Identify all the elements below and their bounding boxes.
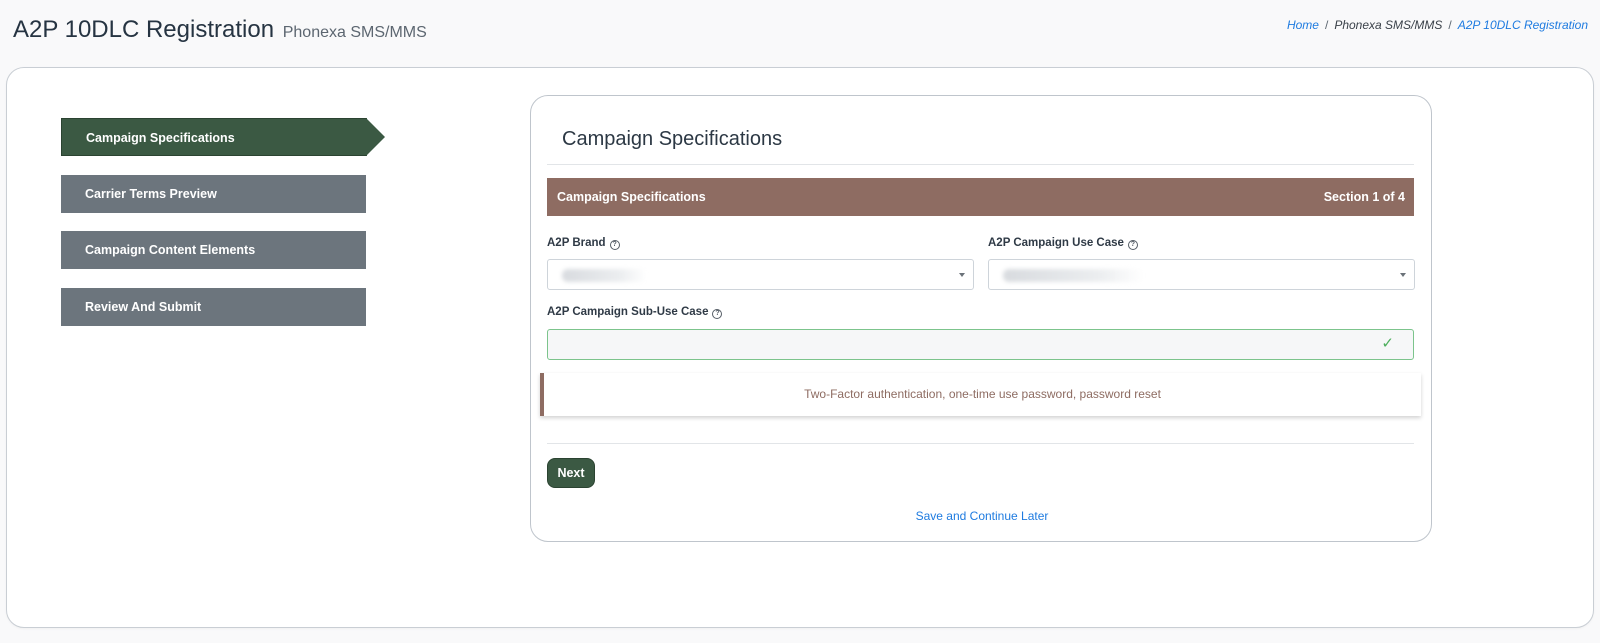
page-header: A2P 10DLC Registration Phonexa SMS/MMS H… xyxy=(0,0,1600,64)
brand-label: A2P Brand? xyxy=(547,237,620,250)
help-icon[interactable]: ? xyxy=(712,309,723,319)
page-title-text: A2P 10DLC Registration xyxy=(13,16,275,43)
sub-use-case-label: A2P Campaign Sub-Use Case? xyxy=(547,306,723,319)
sub-use-case-label-text: A2P Campaign Sub-Use Case xyxy=(547,306,709,318)
save-and-continue-later-link[interactable]: Save and Continue Later xyxy=(531,509,1433,523)
chevron-down-icon xyxy=(959,273,965,277)
step-label: Campaign Specifications xyxy=(86,131,235,145)
step-review-and-submit[interactable]: Review And Submit xyxy=(61,288,366,326)
step-arrow-icon xyxy=(366,118,385,156)
breadcrumb-separator: / xyxy=(1324,18,1329,32)
step-label: Carrier Terms Preview xyxy=(85,187,217,201)
registration-panel: Campaign Specifications Carrier Terms Pr… xyxy=(6,67,1594,628)
next-button[interactable]: Next xyxy=(547,458,595,488)
redacted-value xyxy=(1003,269,1143,282)
use-case-select[interactable] xyxy=(988,259,1415,290)
step-campaign-content-elements[interactable]: Campaign Content Elements xyxy=(61,231,366,269)
divider xyxy=(547,443,1414,444)
brand-select[interactable] xyxy=(547,259,974,290)
step-label: Campaign Content Elements xyxy=(85,243,256,257)
breadcrumb-current-page[interactable]: A2P 10DLC Registration xyxy=(1458,18,1588,32)
chevron-down-icon xyxy=(1400,273,1406,277)
breadcrumb-home-link[interactable]: Home xyxy=(1287,18,1319,32)
use-case-label: A2P Campaign Use Case? xyxy=(988,237,1138,250)
redacted-value xyxy=(562,269,647,282)
sub-use-case-input[interactable]: ✓ xyxy=(547,329,1414,360)
section-name: Campaign Specifications xyxy=(557,190,706,204)
form-title: Campaign Specifications xyxy=(562,128,783,150)
use-case-label-text: A2P Campaign Use Case xyxy=(988,237,1124,249)
breadcrumb-phonexa-sms: Phonexa SMS/MMS xyxy=(1334,18,1443,32)
help-icon[interactable]: ? xyxy=(1127,240,1138,250)
section-header: Campaign Specifications Section 1 of 4 xyxy=(547,178,1414,216)
breadcrumb-separator: / xyxy=(1448,18,1452,32)
step-campaign-specifications[interactable]: Campaign Specifications xyxy=(61,118,385,156)
checkmark-icon: ✓ xyxy=(1381,335,1394,352)
page-title: A2P 10DLC Registration Phonexa SMS/MMS xyxy=(13,16,427,44)
help-icon[interactable]: ? xyxy=(609,240,620,250)
page-subtitle: Phonexa SMS/MMS xyxy=(282,24,427,41)
brand-label-text: A2P Brand xyxy=(547,237,606,249)
step-label: Review And Submit xyxy=(85,300,202,314)
use-case-description: Two-Factor authentication, one-time use … xyxy=(540,373,1421,416)
divider xyxy=(547,164,1414,165)
breadcrumb: Home / Phonexa SMS/MMS / A2P 10DLC Registrat… xyxy=(1287,18,1588,32)
campaign-form-card: Campaign Specifications Campaign Specifi… xyxy=(530,95,1432,542)
section-progress: Section 1 of 4 xyxy=(1323,190,1405,204)
step-carrier-terms-preview[interactable]: Carrier Terms Preview xyxy=(61,175,366,213)
